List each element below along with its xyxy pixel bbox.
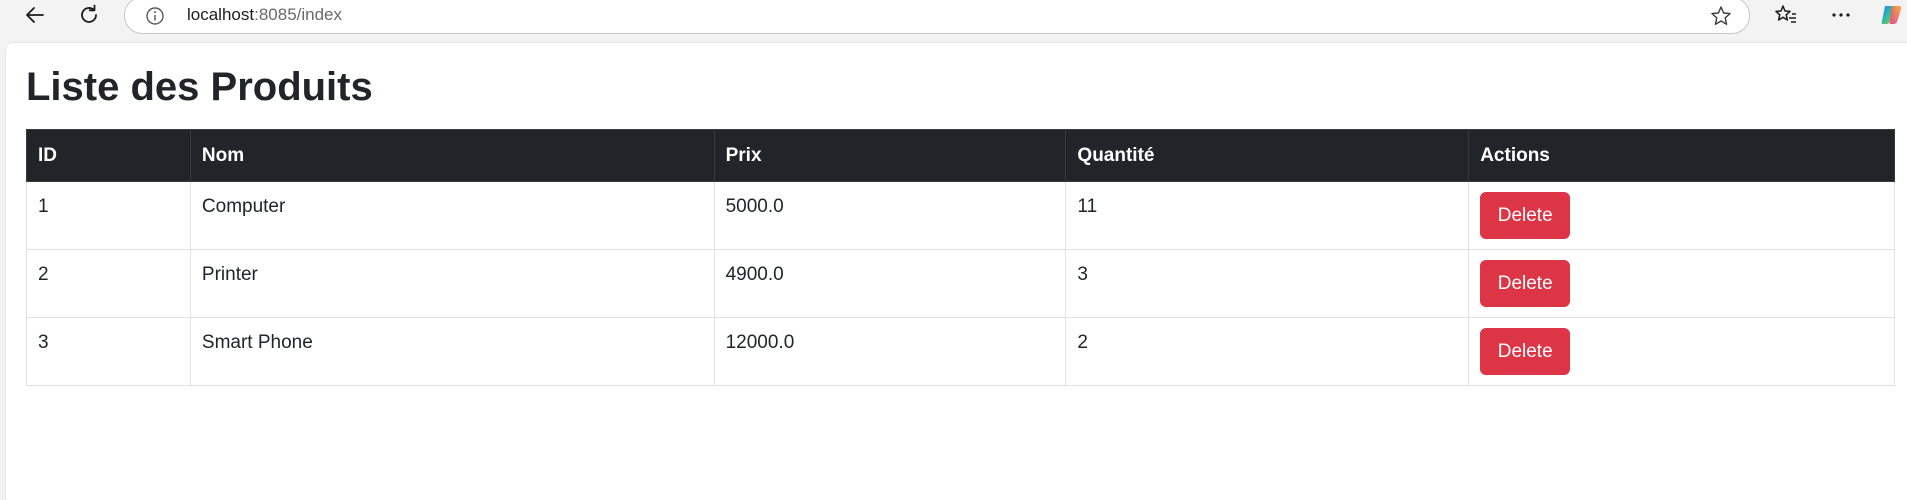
star-icon[interactable] <box>1709 4 1733 28</box>
cell-nom: Computer <box>189 181 715 250</box>
more-button[interactable] <box>1826 0 1856 30</box>
cell-quantite: 3 <box>1065 249 1470 318</box>
favorites-button[interactable] <box>1771 0 1801 30</box>
cell-actions: Delete <box>1468 249 1895 318</box>
url-path: :8085/index <box>254 5 343 24</box>
table-row: 1 Computer 5000.0 11 Delete <box>26 181 1895 250</box>
table-row: 3 Smart Phone 12000.0 2 Delete <box>26 317 1895 386</box>
delete-button[interactable]: Delete <box>1480 328 1571 375</box>
address-bar[interactable]: localhost:8085/index <box>124 0 1750 34</box>
header-nom: Nom <box>189 129 715 182</box>
delete-button[interactable]: Delete <box>1480 260 1571 307</box>
cell-quantite: 11 <box>1065 181 1470 250</box>
refresh-button[interactable] <box>74 0 104 30</box>
cell-nom: Smart Phone <box>189 317 715 386</box>
table-row: 2 Printer 4900.0 3 Delete <box>26 249 1895 318</box>
cell-actions: Delete <box>1468 317 1895 386</box>
cell-nom: Printer <box>189 249 715 318</box>
cell-id: 2 <box>26 249 191 318</box>
cell-id: 3 <box>26 317 191 386</box>
delete-button[interactable]: Delete <box>1480 192 1571 239</box>
cell-quantite: 2 <box>1065 317 1470 386</box>
header-id: ID <box>26 129 191 182</box>
url-text[interactable]: localhost:8085/index <box>187 5 342 25</box>
header-quantite: Quantité <box>1065 129 1470 182</box>
page-title: Liste des Produits <box>26 65 373 109</box>
back-arrow-icon <box>24 4 46 26</box>
favorites-icon <box>1774 3 1798 27</box>
cell-prix: 5000.0 <box>713 181 1067 250</box>
back-button[interactable] <box>20 0 50 30</box>
url-host: localhost <box>187 5 255 24</box>
copilot-icon <box>1879 2 1905 28</box>
browser-toolbar: localhost:8085/index <box>0 0 1907 34</box>
header-actions: Actions <box>1468 129 1895 182</box>
refresh-icon <box>78 4 100 26</box>
cell-actions: Delete <box>1468 181 1895 250</box>
page-content: Liste des Produits ID Nom Prix Quantité … <box>5 42 1907 500</box>
info-icon[interactable] <box>145 6 165 26</box>
products-table: ID Nom Prix Quantité Actions 1 Computer … <box>26 129 1895 386</box>
cell-id: 1 <box>26 181 191 250</box>
copilot-button[interactable] <box>1877 0 1907 30</box>
more-icon <box>1831 5 1851 25</box>
cell-prix: 4900.0 <box>713 249 1067 318</box>
table-header-row: ID Nom Prix Quantité Actions <box>26 129 1895 182</box>
header-prix: Prix <box>713 129 1067 182</box>
cell-prix: 12000.0 <box>713 317 1067 386</box>
